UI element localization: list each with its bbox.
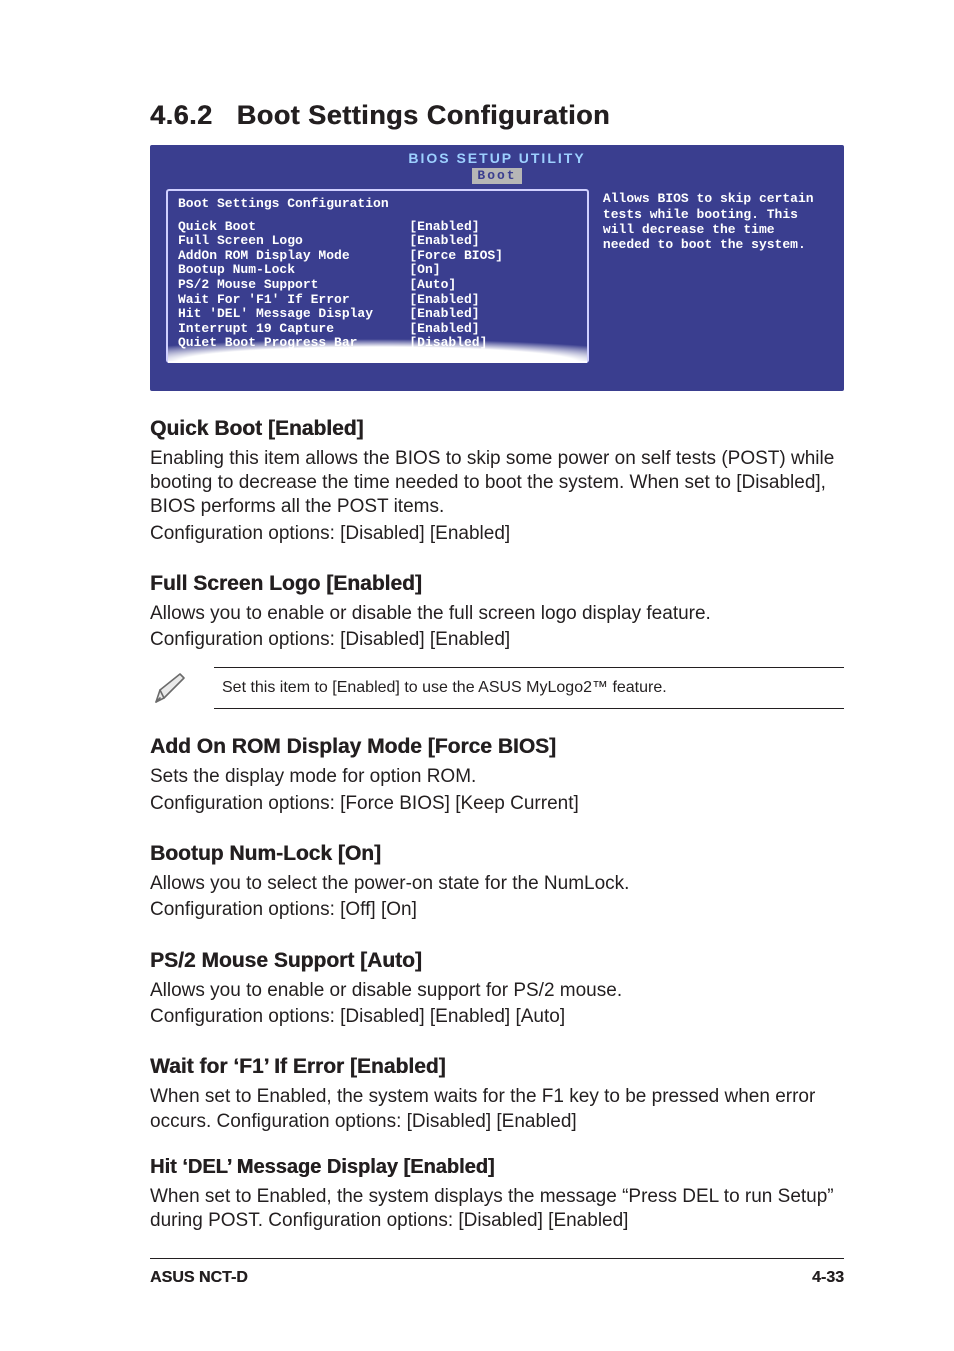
bios-help-text: Allows BIOS to skip certain tests while … [603, 191, 814, 252]
bios-row-label: Interrupt 19 Capture [178, 322, 409, 337]
bios-settings-panel: Boot Settings Configuration Quick Boot [… [166, 189, 589, 362]
bios-row-value: [Disabled] [409, 336, 577, 351]
item-config-options: Configuration options: [Off] [On] [150, 898, 844, 922]
item-body: Allows you to select the power-on state … [150, 872, 844, 896]
item-config-options: Configuration options: [Disabled] [Enabl… [150, 1005, 844, 1029]
bios-header-title: BIOS SETUP UTILITY [150, 151, 844, 167]
bios-row-value: [Enabled] [409, 234, 577, 249]
item-body: When set to Enabled, the system waits fo… [150, 1085, 844, 1134]
item-config-options: Configuration options: [Disabled] [Enabl… [150, 628, 844, 652]
item-heading-numlock: Bootup Num-Lock [On] [150, 842, 844, 866]
bios-row-value: [Enabled] [409, 293, 577, 308]
section-heading: 4.6.2 Boot Settings Configuration [150, 100, 844, 131]
footer-page-number: 4-33 [812, 1269, 844, 1287]
item-config-options: Configuration options: [Disabled] [Enabl… [150, 522, 844, 546]
item-heading-wait-f1: Wait for ‘F1’ If Error [Enabled] [150, 1055, 844, 1079]
bios-row: Quick Boot [Enabled] [178, 220, 577, 235]
bios-row: AddOn ROM Display Mode [Force BIOS] [178, 249, 577, 264]
section-number: 4.6.2 [150, 100, 213, 130]
bios-row-label: Quick Boot [178, 220, 409, 235]
note-text: Set this item to [Enabled] to use the AS… [214, 667, 844, 710]
bios-row-value: [Enabled] [409, 220, 577, 235]
bios-screenshot: BIOS SETUP UTILITY Boot Boot Settings Co… [150, 145, 844, 391]
bios-row-value: [Enabled] [409, 307, 577, 322]
footer-product: ASUS NCT-D [150, 1269, 248, 1287]
item-heading-full-screen-logo: Full Screen Logo [Enabled] [150, 572, 844, 596]
section-title-text: Boot Settings Configuration [237, 100, 610, 130]
item-heading-ps2-mouse: PS/2 Mouse Support [Auto] [150, 949, 844, 973]
bios-row: Interrupt 19 Capture [Enabled] [178, 322, 577, 337]
bios-row-label: Quiet Boot Progress Bar [178, 336, 409, 351]
bios-row: Quiet Boot Progress Bar [Disabled] [178, 336, 577, 351]
item-heading-hit-del: Hit ‘DEL’ Message Display [Enabled] [150, 1156, 844, 1179]
item-heading-quick-boot: Quick Boot [Enabled] [150, 417, 844, 441]
bios-row: Wait For 'F1' If Error [Enabled] [178, 293, 577, 308]
item-body: Allows you to enable or disable the full… [150, 602, 844, 626]
item-body: When set to Enabled, the system displays… [150, 1185, 844, 1234]
item-body: Allows you to enable or disable support … [150, 979, 844, 1003]
bios-row-label: AddOn ROM Display Mode [178, 249, 409, 264]
bios-active-tab: Boot [472, 168, 521, 185]
note-callout: Set this item to [Enabled] to use the AS… [150, 667, 844, 710]
bios-row-value: [On] [409, 263, 577, 278]
page-footer: ASUS NCT-D 4-33 [150, 1258, 844, 1287]
bios-row-value: [Force BIOS] [409, 249, 577, 264]
item-body: Enabling this item allows the BIOS to sk… [150, 447, 844, 520]
item-body: Sets the display mode for option ROM. [150, 765, 844, 789]
bios-row-label: Full Screen Logo [178, 234, 409, 249]
item-config-options: Configuration options: [Force BIOS] [Kee… [150, 792, 844, 816]
bios-row-label: PS/2 Mouse Support [178, 278, 409, 293]
bios-row: Full Screen Logo [Enabled] [178, 234, 577, 249]
bios-header: BIOS SETUP UTILITY Boot [150, 145, 844, 189]
pencil-icon [150, 668, 190, 708]
bios-row: PS/2 Mouse Support [Auto] [178, 278, 577, 293]
bios-row-label: Bootup Num-Lock [178, 263, 409, 278]
bios-row: Bootup Num-Lock [On] [178, 263, 577, 278]
bios-panel-title: Boot Settings Configuration [178, 197, 577, 212]
bios-row-label: Hit 'DEL' Message Display [178, 307, 409, 322]
bios-row-label: Wait For 'F1' If Error [178, 293, 409, 308]
item-heading-addon-rom: Add On ROM Display Mode [Force BIOS] [150, 735, 844, 759]
bios-help-panel: Allows BIOS to skip certain tests while … [603, 189, 828, 362]
bios-row-value: [Enabled] [409, 322, 577, 337]
bios-row: Hit 'DEL' Message Display [Enabled] [178, 307, 577, 322]
bios-row-value: [Auto] [409, 278, 577, 293]
